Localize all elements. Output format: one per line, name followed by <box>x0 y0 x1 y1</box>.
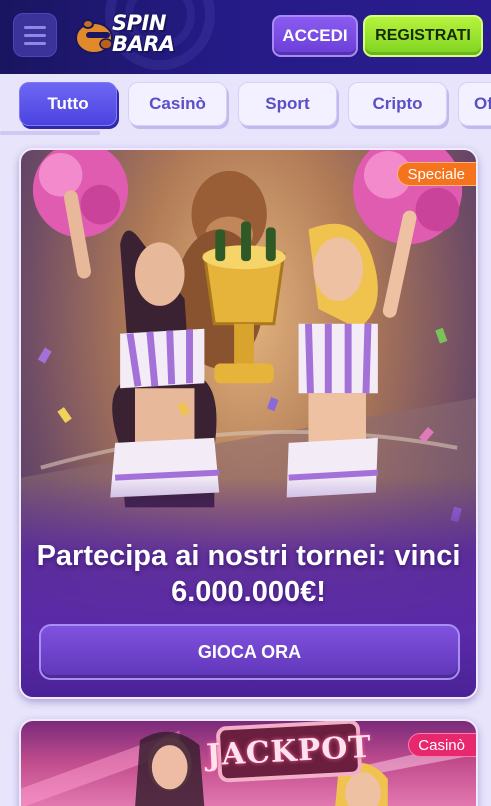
jackpot-sign: JACKPOT <box>205 721 373 783</box>
category-tabs: Tutto Casinò Sport Cripto Of <box>0 74 491 136</box>
tab-tutto[interactable]: Tutto <box>19 82 117 126</box>
promo-badge-speciale: Speciale <box>397 162 476 186</box>
login-button[interactable]: ACCEDI <box>272 15 358 57</box>
tab-sport[interactable]: Sport <box>238 82 337 126</box>
menu-icon-bar <box>24 25 46 29</box>
menu-icon-bar <box>24 33 46 37</box>
promo-card-tournament[interactable]: Speciale Partecipa ai nostri tornei: vin… <box>19 148 478 699</box>
promo-badge-casino: Casinò <box>408 733 476 757</box>
capybara-logo-icon <box>75 19 113 54</box>
spinbara-logo[interactable]: SPIN BARA <box>72 10 194 58</box>
top-header: SPIN BARA ACCEDI REGISTRATI <box>0 0 491 74</box>
register-button[interactable]: REGISTRATI <box>363 15 483 57</box>
tab-offerte[interactable]: Of <box>458 82 491 126</box>
promo-title: Partecipa ai nostri tornei: vinci 6.000.… <box>36 540 461 608</box>
jackpot-sign-text: JACKPOT <box>205 729 373 773</box>
play-now-button[interactable]: GIOCA ORA <box>39 624 460 680</box>
tabs-scroll-indicator <box>0 131 100 135</box>
tab-casino[interactable]: Casinò <box>128 82 227 126</box>
tab-cripto[interactable]: Cripto <box>348 82 447 126</box>
logo-text-bara: BARA <box>112 32 175 56</box>
menu-button[interactable] <box>13 13 57 57</box>
menu-icon-bar <box>24 41 46 45</box>
promo-card-jackpot[interactable]: JACKPOT Casinò <box>19 719 478 806</box>
